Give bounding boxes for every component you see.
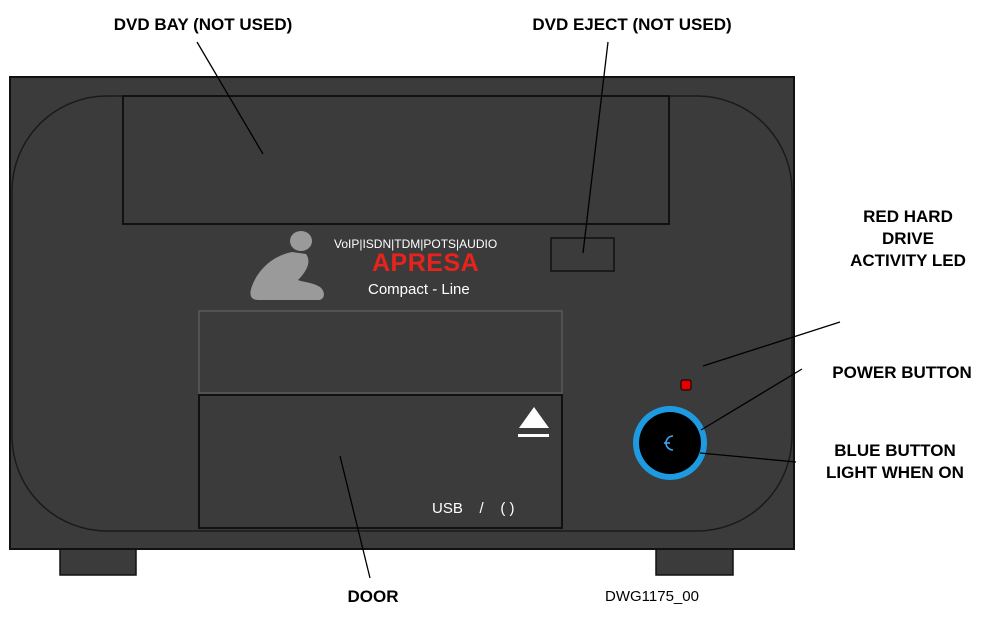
device-front-diagram: VoIP|ISDN|TDM|POTS|AUDIO APRESA Compact … bbox=[0, 0, 1002, 615]
callout-blue-light-line2: LIGHT WHEN ON bbox=[826, 463, 964, 482]
callout-blue-light: BLUE BUTTON LIGHT WHEN ON bbox=[815, 440, 975, 484]
brand-name: APRESA bbox=[372, 249, 480, 277]
red-hdd-led bbox=[680, 379, 692, 391]
drawing-number: DWG1175_00 bbox=[605, 588, 699, 605]
callout-red-led-line1: RED HARD bbox=[863, 207, 953, 226]
callout-door: DOOR bbox=[347, 587, 399, 606]
callout-red-led-line2: DRIVE bbox=[882, 229, 934, 248]
diagram-canvas bbox=[9, 41, 841, 579]
right-foot bbox=[655, 547, 734, 576]
left-foot bbox=[59, 547, 137, 576]
front-recess bbox=[198, 310, 563, 394]
callout-red-led-line3: ACTIVITY LED bbox=[850, 251, 966, 270]
callout-dvd-bay: DVD BAY (NOT USED) bbox=[113, 15, 293, 34]
callout-dvd-eject: DVD EJECT (NOT USED) bbox=[532, 15, 732, 34]
callout-blue-light-line1: BLUE BUTTON bbox=[834, 441, 956, 460]
dvd-bay bbox=[122, 95, 670, 225]
dvd-eject-button[interactable] bbox=[550, 237, 615, 272]
callout-red-led: RED HARD DRIVE ACTIVITY LED bbox=[838, 206, 978, 272]
callout-power-button: POWER BUTTON bbox=[832, 363, 972, 382]
usb-label: USB / ( ) bbox=[432, 500, 515, 517]
product-line: Compact - Line bbox=[368, 281, 470, 298]
